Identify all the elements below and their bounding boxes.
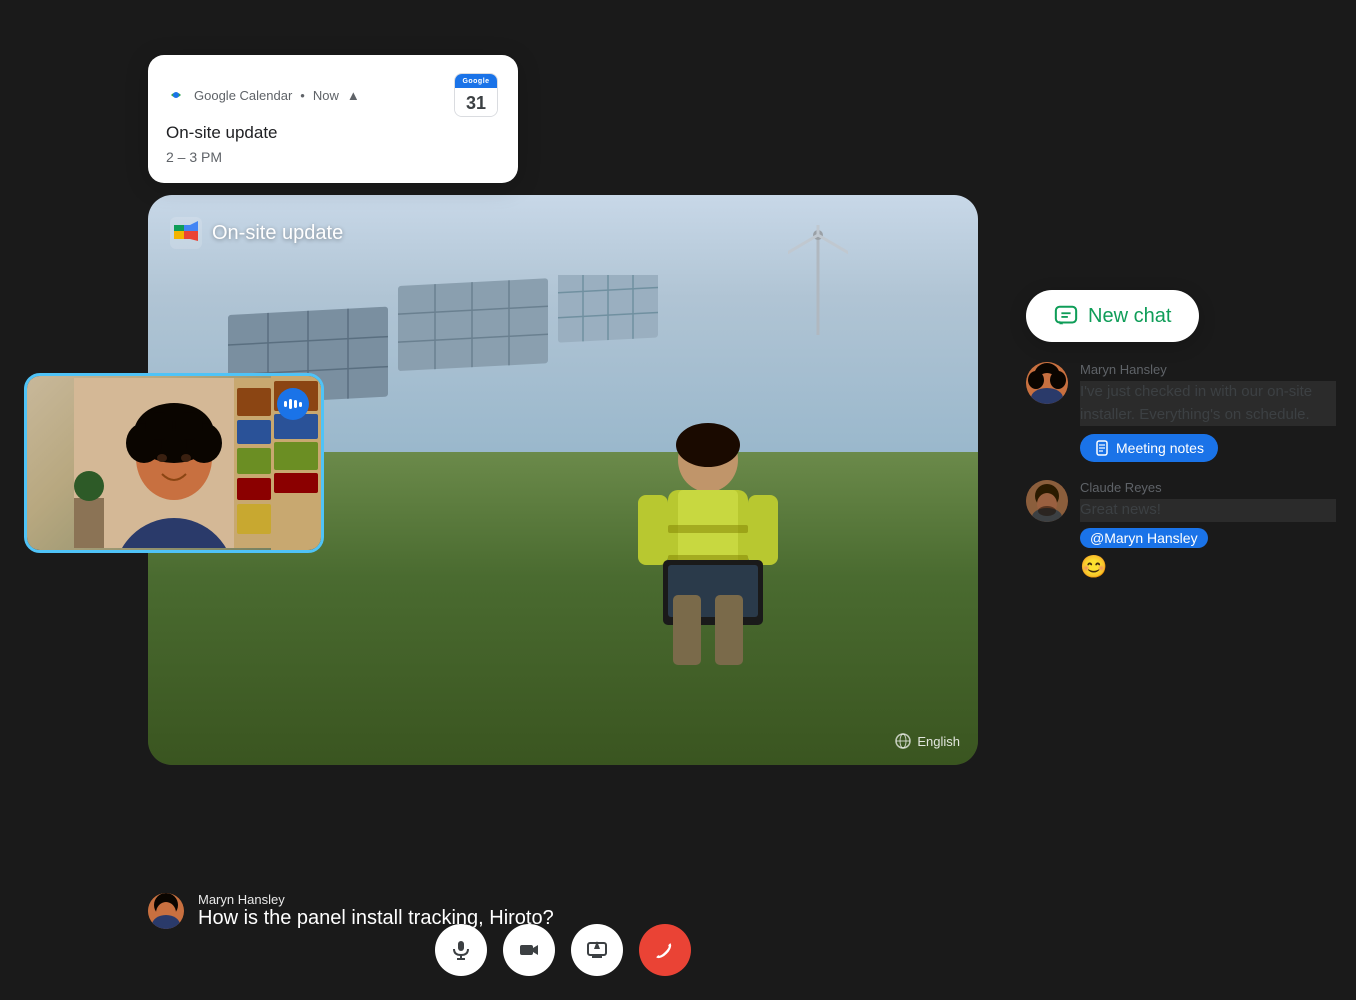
globe-icon <box>895 733 911 749</box>
wind-turbine <box>788 225 848 345</box>
camera-icon <box>518 939 540 961</box>
chat-text-2: Great news! <box>1080 499 1336 522</box>
audio-bar-1 <box>284 401 287 407</box>
chat-panel: New chat Maryn Hansley I've just checked… <box>1026 290 1336 580</box>
meet-call-title: On-site update <box>212 222 343 245</box>
language-label: English <box>917 734 960 749</box>
chevron-up-icon: ▲ <box>347 88 360 103</box>
present-button[interactable] <box>571 924 623 976</box>
person-hiroto <box>618 400 798 685</box>
chat-text-1: I've just checked in with our on-site in… <box>1080 381 1336 426</box>
mic-icon <box>450 939 472 961</box>
new-chat-button[interactable]: New chat <box>1026 290 1199 342</box>
meeting-notes-chip[interactable]: Meeting notes <box>1080 434 1218 462</box>
language-badge[interactable]: English <box>895 733 960 749</box>
audio-bar-4 <box>299 402 302 407</box>
audio-indicator <box>277 388 309 420</box>
chat-content-1: Maryn Hansley I've just checked in with … <box>1080 362 1336 462</box>
gcal-icon <box>166 85 186 105</box>
notification-dot: • <box>300 88 305 103</box>
chat-content-2: Claude Reyes Great news! @Maryn Hansley … <box>1080 480 1336 580</box>
notification-time-range: 2 – 3 PM <box>166 149 498 165</box>
notification-app: Google Calendar <box>194 88 292 103</box>
notification-card: Google Calendar • Now ▲ Google 31 On-sit… <box>148 55 518 183</box>
mention-chip[interactable]: @Maryn Hansley <box>1080 528 1208 548</box>
doc-icon <box>1094 440 1110 456</box>
meet-logo-overlay: On-site update <box>170 217 343 249</box>
chat-message-2: Claude Reyes Great news! @Maryn Hansley … <box>1026 480 1336 580</box>
sender-name-2: Claude Reyes <box>1080 480 1336 495</box>
present-icon <box>586 939 608 961</box>
calendar-day: 31 <box>455 88 497 117</box>
self-view-pip <box>24 373 324 553</box>
caption-speaker: Maryn Hansley <box>198 892 554 907</box>
meeting-notes-label: Meeting notes <box>1116 440 1204 456</box>
chat-message-1: Maryn Hansley I've just checked in with … <box>1026 362 1336 462</box>
control-bar <box>148 916 978 990</box>
camera-button[interactable] <box>503 924 555 976</box>
emoji-reaction: 😊 <box>1080 554 1336 580</box>
notification-title: On-site update <box>166 123 498 143</box>
sender-name-1: Maryn Hansley <box>1080 362 1336 377</box>
audio-bars <box>284 399 302 409</box>
meet-logo-svg <box>170 217 202 249</box>
notification-time: Now <box>313 88 339 103</box>
mic-button[interactable] <box>435 924 487 976</box>
calendar-badge: Google 31 <box>454 73 498 117</box>
avatar-claude <box>1026 480 1068 522</box>
self-view-person <box>74 378 274 548</box>
end-call-button[interactable] <box>639 924 691 976</box>
audio-bar-3 <box>294 400 297 408</box>
avatar-maryn <box>1026 362 1068 404</box>
audio-bar-2 <box>289 399 292 409</box>
new-chat-icon <box>1054 304 1078 328</box>
new-chat-label: New chat <box>1088 305 1171 328</box>
end-call-icon <box>653 938 677 962</box>
mention-row: @Maryn Hansley <box>1080 528 1336 548</box>
chat-messages: Maryn Hansley I've just checked in with … <box>1026 362 1336 580</box>
